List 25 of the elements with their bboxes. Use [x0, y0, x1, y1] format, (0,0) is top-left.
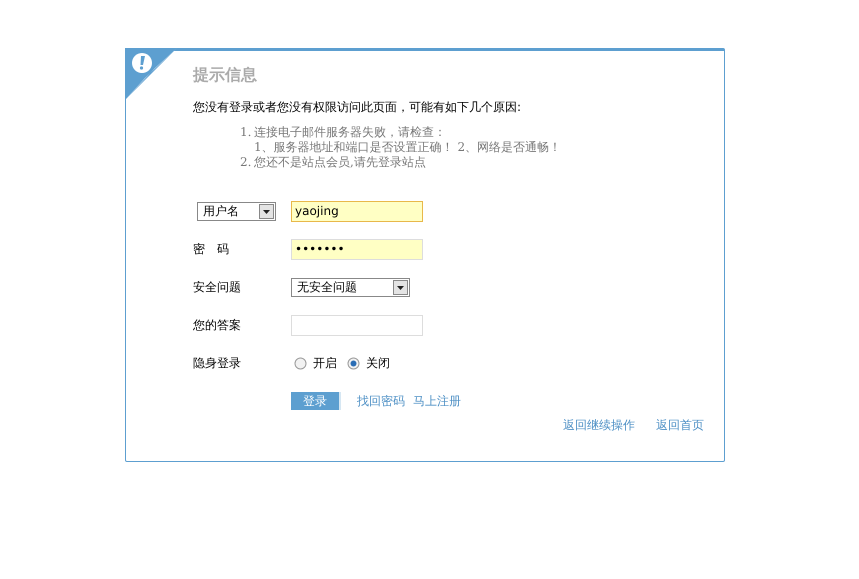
input-field[interactable]: •••••••	[291, 238, 423, 260]
footer-link[interactable]: 返回继续操作	[563, 417, 635, 434]
field-label: 您的答案	[193, 318, 241, 332]
security-question-select[interactable]: 无安全问题	[291, 278, 410, 296]
text-link[interactable]: 马上注册	[413, 392, 461, 410]
radio-button[interactable]	[294, 356, 307, 370]
list-number: 2.	[240, 155, 252, 170]
radio-label: 关闭	[366, 354, 390, 372]
reason-text: 连接电子邮件服务器失败，请检查：	[254, 125, 447, 140]
input-field[interactable]	[291, 314, 423, 336]
list-number: 1.	[240, 125, 252, 141]
message-text: 您没有登录或者您没有权限访问此页面，可能有如下几个原因:	[193, 99, 522, 115]
field-label: 安全问题	[193, 280, 241, 294]
message-title: 提示信息	[193, 65, 258, 85]
login-type-select[interactable]: 用户名	[197, 202, 276, 220]
reason-text: 您还不是站点会员,请先登录站点	[254, 155, 426, 170]
input-field[interactable]: yaojing	[291, 200, 423, 222]
field-label: 密 码	[193, 242, 229, 256]
field-label: 隐身登录	[193, 356, 241, 370]
login-button[interactable]: 登录	[291, 392, 341, 410]
footer-link[interactable]: 返回首页	[656, 417, 704, 434]
radio-label: 开启	[313, 354, 337, 372]
radio-button[interactable]	[347, 356, 360, 370]
text-link[interactable]: 找回密码	[357, 392, 405, 410]
reason-text: 1、服务器地址和端口是否设置正确！ 2、网络是否通畅！	[254, 140, 562, 155]
